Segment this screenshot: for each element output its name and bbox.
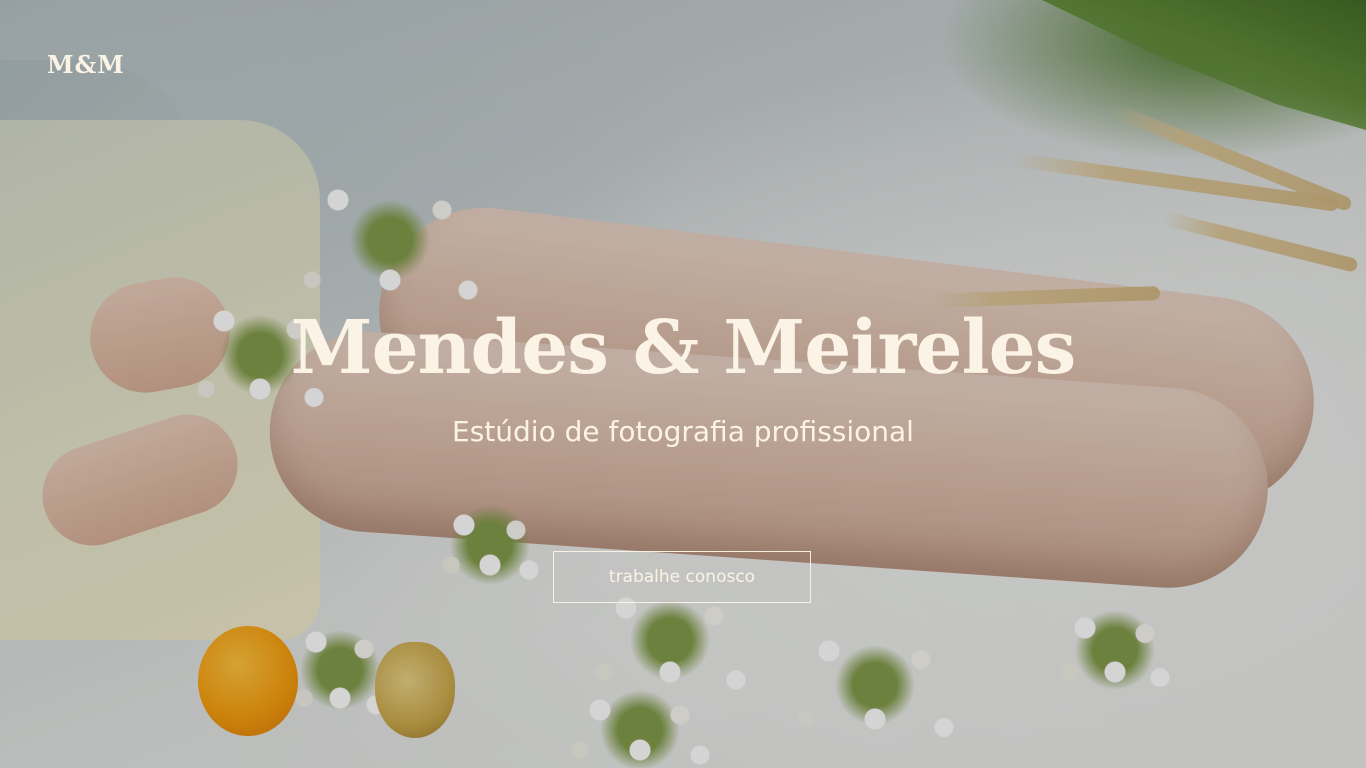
hero-content: Mendes & Meireles Estúdio de fotografia … bbox=[0, 300, 1366, 450]
hero-section: M&M Mendes & Meireles Estúdio de fotogra… bbox=[0, 0, 1366, 768]
hero-title: Mendes & Meireles bbox=[290, 305, 1077, 391]
work-with-us-button[interactable]: trabalhe conosco bbox=[553, 551, 811, 603]
hero-subtitle: Estúdio de fotografia profissional bbox=[452, 415, 914, 448]
logo[interactable]: M&M bbox=[47, 50, 125, 79]
